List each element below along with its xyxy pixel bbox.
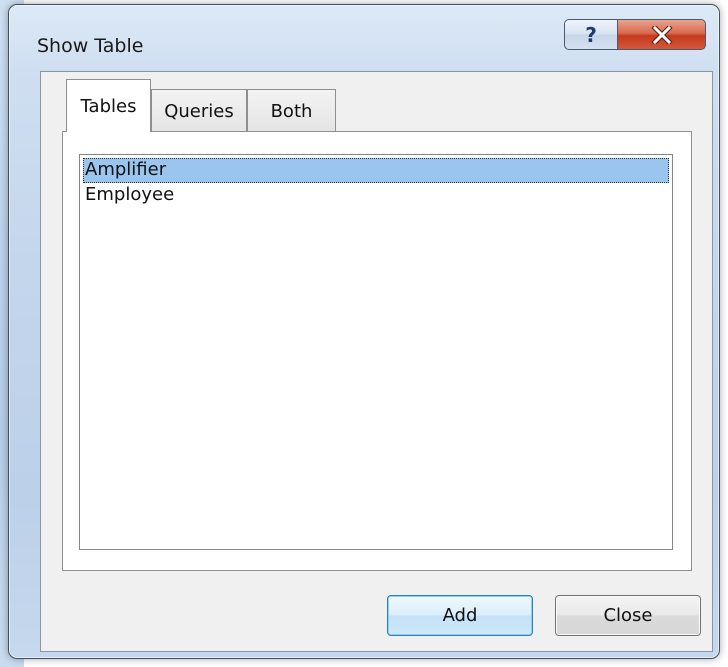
dialog-client-area: Tables Queries Both Amplifier Employee A… — [40, 71, 713, 652]
tab-queries[interactable]: Queries — [151, 89, 247, 132]
title-close-button[interactable] — [617, 19, 706, 50]
table-listbox[interactable]: Amplifier Employee — [79, 154, 673, 550]
tab-tables[interactable]: Tables — [66, 79, 151, 132]
close-icon — [650, 25, 673, 44]
list-item-employee[interactable]: Employee — [83, 183, 669, 208]
tab-panel-tables: Amplifier Employee — [62, 131, 692, 571]
tab-both[interactable]: Both — [247, 89, 336, 132]
tab-label: Tables — [80, 95, 137, 117]
tab-label: Queries — [164, 100, 234, 122]
show-table-dialog: Show Table ? Tables Queries Both Amplifi… — [8, 4, 720, 659]
close-button[interactable]: Close — [555, 595, 701, 636]
add-button[interactable]: Add — [387, 595, 533, 636]
help-icon: ? — [585, 22, 597, 47]
list-item-amplifier[interactable]: Amplifier — [83, 158, 669, 183]
dialog-title: Show Table — [37, 35, 144, 57]
tab-label: Both — [270, 100, 313, 122]
help-button[interactable]: ? — [564, 19, 617, 50]
